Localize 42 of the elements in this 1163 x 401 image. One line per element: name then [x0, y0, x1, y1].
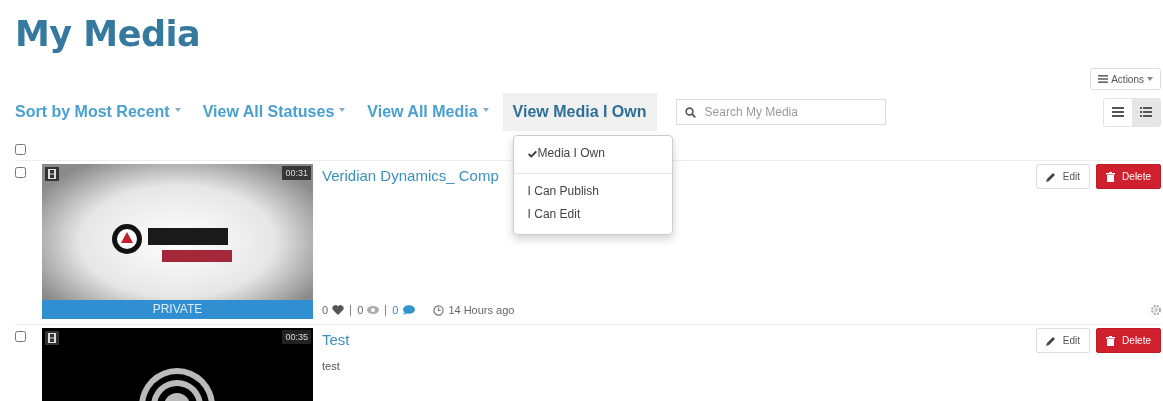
row-checkbox[interactable] — [15, 167, 26, 178]
filter-link[interactable]: Sort by Most Recent — [15, 93, 181, 131]
menu-icon — [1098, 75, 1109, 83]
list-icon — [1112, 107, 1124, 117]
upload-time: 14 Hours ago — [448, 304, 515, 316]
duration-badge: 00:31 — [282, 166, 311, 180]
media-description: test — [322, 360, 341, 372]
filter-link[interactable]: View All Statuses — [202, 93, 346, 131]
pencil-icon — [1045, 171, 1056, 182]
filter-link[interactable]: View Media I Own — [502, 93, 657, 131]
caret-icon — [1147, 77, 1153, 81]
delete-button[interactable]: Delete — [1096, 164, 1161, 189]
select-all-checkbox[interactable] — [15, 143, 26, 155]
menu-item[interactable]: Media I Own — [513, 142, 672, 165]
page-title: My Media — [15, 13, 202, 56]
comments-count[interactable]: 0 — [392, 304, 399, 316]
trash-icon — [1106, 335, 1116, 346]
delete-button[interactable]: Delete — [1096, 328, 1161, 353]
clock-icon — [433, 304, 445, 316]
duration-badge: 00:35 — [282, 330, 311, 344]
speech-bubble-icon — [402, 305, 416, 315]
likes-count: 0 — [322, 304, 329, 316]
search-field[interactable]: Search My Media — [675, 99, 886, 125]
heart-icon — [332, 305, 345, 315]
filter-link[interactable]: View All Media — [367, 93, 489, 131]
menu-item[interactable]: I Can Edit — [513, 203, 672, 226]
status-bar: PRIVATE — [42, 300, 313, 319]
row-checkbox[interactable] — [15, 331, 26, 342]
eye-icon — [367, 306, 380, 314]
media-title[interactable]: Test — [322, 331, 1036, 348]
actions-button[interactable]: Actions — [1090, 68, 1161, 90]
views-count: 0 — [357, 304, 364, 316]
film-icon — [45, 331, 59, 345]
check-icon — [527, 149, 537, 158]
edit-button[interactable]: Edit — [1035, 164, 1091, 189]
edit-button[interactable]: Edit — [1035, 328, 1091, 353]
gear-icon[interactable] — [1151, 305, 1161, 315]
film-icon — [45, 167, 59, 181]
pencil-icon — [1045, 335, 1056, 346]
detail-view-button[interactable] — [1132, 98, 1160, 126]
trash-icon — [1106, 171, 1116, 182]
bulleted-list-icon — [1140, 107, 1152, 117]
